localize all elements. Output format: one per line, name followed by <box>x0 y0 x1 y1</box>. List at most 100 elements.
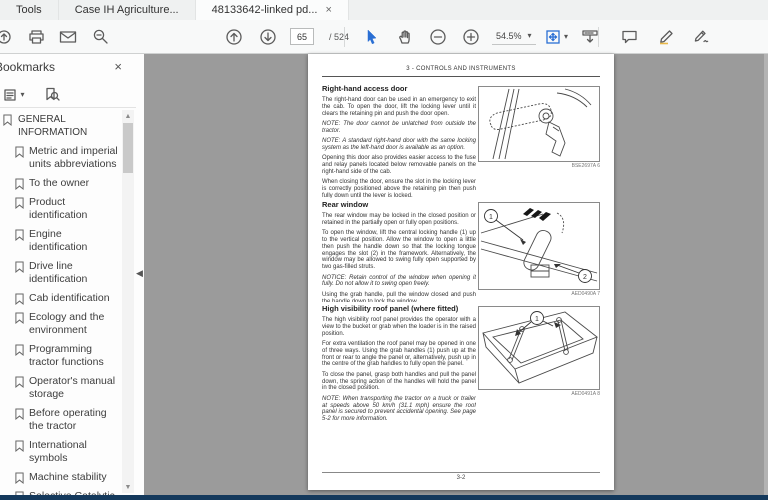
bookmark-icon <box>15 344 24 360</box>
bookmark-item[interactable]: Product identification <box>0 193 122 225</box>
figure-roof-panel: 1 AED0491A 8 <box>478 306 600 397</box>
tab-label: 48133642-linked pd... <box>212 4 318 16</box>
bookmark-label: Product identification <box>29 196 87 221</box>
paragraph: The high visibility roof panel provides … <box>322 317 476 337</box>
paragraph: Opening this door also provides easier a… <box>322 155 476 175</box>
section-right-hand-access-door: Right-hand access doorThe right-hand doo… <box>322 84 476 198</box>
section-rear-window: Rear windowThe rear window may be locked… <box>322 200 476 302</box>
bookmark-icon <box>15 178 24 194</box>
svg-text:1: 1 <box>535 316 539 323</box>
section-roof-panel: High visibility roof panel (where fitted… <box>322 304 476 470</box>
pdf-reader-window: ToolsCase IH Agriculture...48133642-link… <box>0 0 768 500</box>
chevron-down-icon: ▾ <box>528 32 532 40</box>
pdf-page: 3 - CONTROLS AND INSTRUMENTS Right-hand … <box>308 54 614 490</box>
figure-caption: AED0491A 8 <box>478 391 600 397</box>
scrollbar-thumb[interactable] <box>123 123 133 173</box>
bookmark-icon <box>15 293 24 309</box>
bookmark-item[interactable]: To the owner <box>0 174 122 193</box>
scroll-up-icon[interactable]: ▲ <box>122 110 134 122</box>
document-scrollbar[interactable] <box>764 54 768 495</box>
fill-sign-icon[interactable] <box>689 24 713 50</box>
zoom-level-value: 54.5% <box>496 31 522 41</box>
bookmark-label: Before operating the tractor <box>29 407 107 432</box>
highlight-icon[interactable] <box>653 24 677 50</box>
tab-tools[interactable]: Tools <box>0 0 59 20</box>
scroll-down-icon[interactable]: ▼ <box>122 481 134 493</box>
collapse-panel-icon[interactable]: ◀ <box>136 268 143 279</box>
paragraph: Using the grab handle, pull the window c… <box>322 292 476 302</box>
bookmark-item[interactable]: Metric and imperial units abbreviations <box>0 142 122 174</box>
find-current-bookmark-icon[interactable] <box>40 82 64 108</box>
paragraph: To close the panel, grasp both handles a… <box>322 372 476 392</box>
tab-close-icon[interactable]: × <box>325 4 331 16</box>
bookmark-label: GENERAL INFORMATION <box>18 114 87 138</box>
page-number-label: 3-2 <box>308 475 614 481</box>
next-page-icon[interactable] <box>256 24 280 50</box>
tab-case-ih-agriculture-[interactable]: Case IH Agriculture... <box>59 0 196 20</box>
bookmarks-scrollbar[interactable]: ▲ ▼ <box>122 110 134 493</box>
bookmark-item[interactable]: Ecology and the environment <box>0 308 122 340</box>
chevron-down-icon: ▾ <box>20 91 24 99</box>
figure-access-door: BSE2697A 6 <box>478 86 600 169</box>
bookmark-label: To the owner <box>29 177 89 189</box>
bookmark-item[interactable]: Before operating the tractor <box>0 404 122 436</box>
tab-bar: ToolsCase IH Agriculture...48133642-link… <box>0 0 768 20</box>
bookmark-item[interactable]: Operator's manual storage <box>0 372 122 404</box>
bookmark-item[interactable]: Machine stability <box>0 468 122 487</box>
close-icon[interactable]: × <box>114 59 122 74</box>
paragraph: NOTICE: Retain control of the window whe… <box>322 275 476 289</box>
bookmark-label: Cab identification <box>29 292 110 304</box>
bookmarks-panel: Bookmarks × ▾ GENERAL INFORMATION Metric … <box>0 54 136 495</box>
toolbar-divider <box>598 27 599 47</box>
document-area[interactable]: 3 - CONTROLS AND INSTRUMENTS Right-hand … <box>144 54 768 495</box>
paragraph: NOTE: When transporting the tractor on a… <box>322 396 476 423</box>
bookmark-label: Operator's manual storage <box>29 375 115 400</box>
bookmark-icon <box>3 114 12 130</box>
bookmark-label: International symbols <box>29 439 87 464</box>
bookmark-item[interactable]: Drive line identification <box>0 257 122 289</box>
figure-caption: AED0490A 7 <box>478 291 600 297</box>
figure-rear-window: 1 2 AED0490A 7 <box>478 202 600 297</box>
svg-text:1: 1 <box>489 214 493 221</box>
zoom-level-select[interactable]: 54.5% ▾ <box>492 29 536 45</box>
bookmark-item[interactable]: Engine identification <box>0 225 122 257</box>
bookmark-icon <box>15 229 24 245</box>
page-number-input[interactable] <box>290 28 314 45</box>
paragraph: To open the window, lift the central loc… <box>322 230 476 271</box>
bookmarks-panel-title: Bookmarks <box>0 60 55 74</box>
fit-page-icon[interactable]: ▾ <box>545 24 569 50</box>
app-body: Bookmarks × ▾ GENERAL INFORMATION Metric … <box>0 54 768 495</box>
section-heading: High visibility roof panel (where fitted… <box>322 304 476 313</box>
email-icon[interactable] <box>56 24 80 50</box>
bookmark-icon <box>15 312 24 328</box>
bookmark-item[interactable]: Cab identification <box>0 289 122 308</box>
zoom-in-icon[interactable] <box>459 24 483 50</box>
bookmark-item[interactable]: International symbols <box>0 436 122 468</box>
zoom-out-icon[interactable] <box>426 24 450 50</box>
bookmark-label: Metric and imperial units abbreviations <box>29 145 118 170</box>
hand-tool-icon[interactable] <box>393 24 417 50</box>
paragraph: The right-hand door can be used in an em… <box>322 97 476 117</box>
bookmark-label: Drive line identification <box>29 260 87 285</box>
bookmark-icon <box>15 408 24 424</box>
select-tool-icon[interactable] <box>360 24 384 50</box>
page-header: 3 - CONTROLS AND INSTRUMENTS <box>308 66 614 72</box>
bookmarks-toolbar: ▾ <box>0 82 136 108</box>
bookmark-label: Programming tractor functions <box>29 343 104 368</box>
tab-48133642-linked-pd-[interactable]: 48133642-linked pd... × <box>196 0 349 20</box>
bookmark-options-icon[interactable]: ▾ <box>2 82 26 108</box>
paragraph: NOTE: A standard right-hand door with th… <box>322 138 476 152</box>
section-heading: Rear window <box>322 200 476 209</box>
marquee-zoom-icon[interactable] <box>88 24 112 50</box>
bookmark-item[interactable]: Selective Catalytic Reduction (SCR) syst… <box>0 487 122 495</box>
comment-icon[interactable] <box>617 24 641 50</box>
bookmark-icon <box>15 376 24 392</box>
bookmark-icon <box>15 197 24 213</box>
bookmark-icon <box>15 261 24 277</box>
bookmark-item[interactable]: GENERAL INFORMATION <box>0 110 122 142</box>
save-icon[interactable] <box>0 24 16 50</box>
bookmarks-panel-header: Bookmarks × <box>0 56 136 80</box>
previous-page-icon[interactable] <box>222 24 246 50</box>
print-icon[interactable] <box>24 24 48 50</box>
bookmark-item[interactable]: Programming tractor functions <box>0 340 122 372</box>
